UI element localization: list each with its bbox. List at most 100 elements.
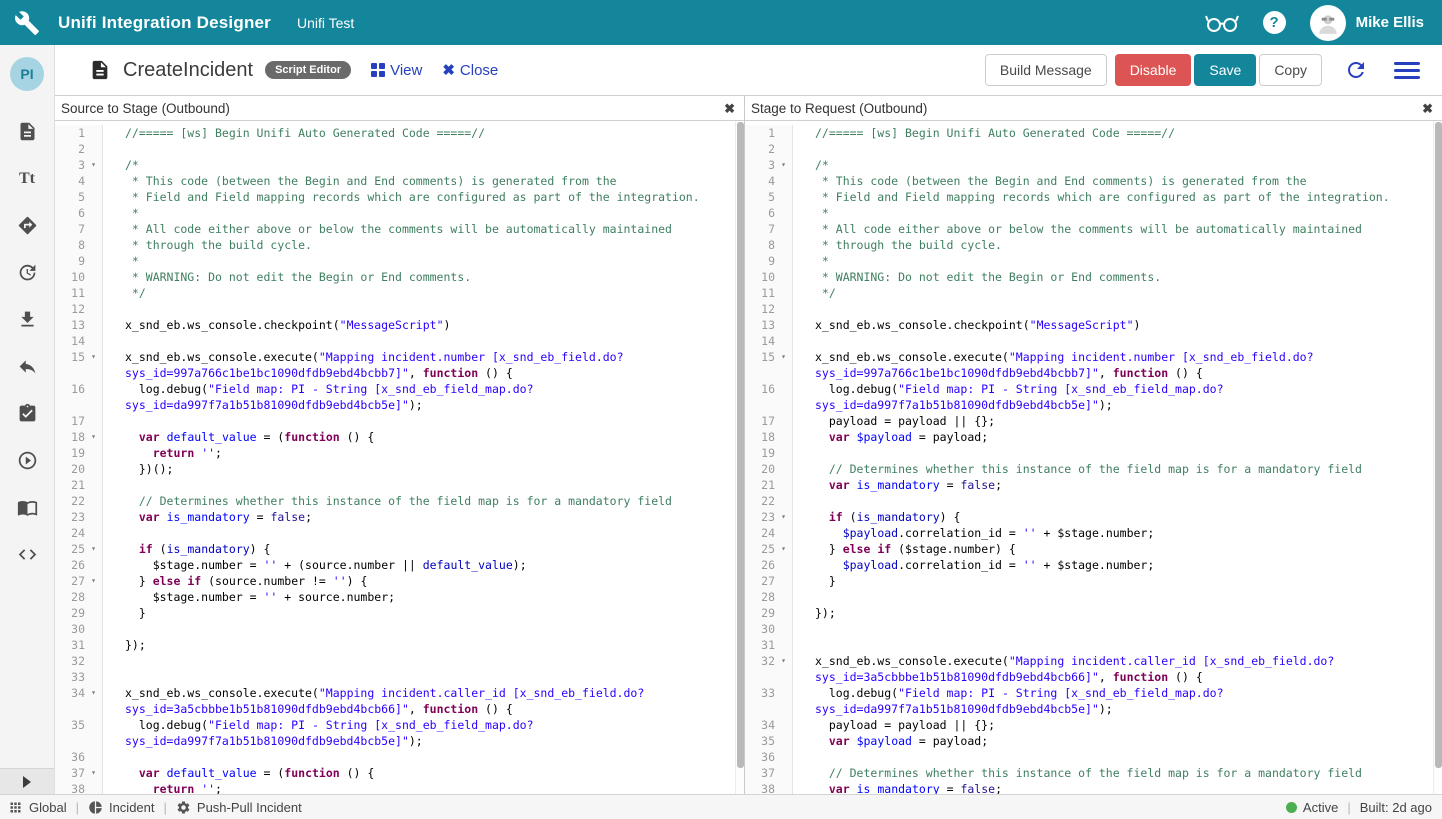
code-line[interactable]: 8 * through the build cycle. [745, 237, 1442, 253]
code-line[interactable]: 32 [55, 653, 744, 669]
refresh-icon[interactable] [1344, 58, 1368, 82]
run-icon[interactable] [17, 450, 38, 471]
fold-arrow-icon[interactable]: ▾ [85, 685, 103, 701]
code-line[interactable]: 34 payload = payload || {}; [745, 717, 1442, 733]
code-line[interactable]: 23▾ if (is_mandatory) { [745, 509, 1442, 525]
menu-icon[interactable] [1394, 62, 1420, 79]
code-line[interactable]: 5 * Field and Field mapping records whic… [55, 189, 744, 205]
fold-arrow-icon[interactable]: ▾ [85, 765, 103, 781]
code-line[interactable]: 5 * Field and Field mapping records whic… [745, 189, 1442, 205]
code-line[interactable]: sys_id=997a766c1be1bc1090dfdb9ebd4bcbb7]… [55, 365, 744, 381]
code-line[interactable]: 27 } [745, 573, 1442, 589]
code-line[interactable]: 13x_snd_eb.ws_console.checkpoint("Messag… [55, 317, 744, 333]
scrollbar[interactable] [1433, 121, 1442, 794]
text-format-icon[interactable]: Tt [19, 168, 35, 189]
document-icon[interactable] [17, 121, 38, 142]
code-line[interactable]: 30 [55, 621, 744, 637]
code-line[interactable]: 12 [745, 301, 1442, 317]
code-line[interactable]: 22 [745, 493, 1442, 509]
code-line[interactable]: 34▾x_snd_eb.ws_console.execute("Mapping … [55, 685, 744, 701]
code-line[interactable]: 14 [55, 333, 744, 349]
code-line[interactable]: 28 $stage.number = '' + source.number; [55, 589, 744, 605]
fold-arrow-icon[interactable]: ▾ [85, 541, 103, 557]
code-line[interactable]: 9 * [745, 253, 1442, 269]
save-button[interactable]: Save [1194, 54, 1256, 86]
fold-arrow-icon[interactable]: ▾ [775, 509, 793, 525]
code-line[interactable]: 36 [55, 749, 744, 765]
table-item[interactable]: Incident [88, 800, 155, 815]
code-line[interactable]: 14 [745, 333, 1442, 349]
scrollbar-thumb[interactable] [1435, 122, 1442, 768]
download-icon[interactable] [17, 309, 38, 330]
code-line[interactable]: 2 [745, 141, 1442, 157]
code-icon[interactable] [17, 544, 38, 565]
code-line[interactable]: 33 [55, 669, 744, 685]
code-line[interactable]: 1//===== [ws] Begin Unifi Auto Generated… [55, 125, 744, 141]
code-line[interactable]: 12 [55, 301, 744, 317]
code-line[interactable]: 25▾ if (is_mandatory) { [55, 541, 744, 557]
code-line[interactable]: 21 var is_mandatory = false; [745, 477, 1442, 493]
code-line[interactable]: 30 [745, 621, 1442, 637]
code-line[interactable]: 38 return ''; [55, 781, 744, 794]
code-line[interactable]: 11 */ [55, 285, 744, 301]
code-line[interactable]: sys_id=3a5cbbbe1b51b81090dfdb9ebd4bcb66]… [745, 669, 1442, 685]
code-line[interactable]: 6 * [55, 205, 744, 221]
process-item[interactable]: Push-Pull Incident [176, 800, 302, 815]
code-line[interactable]: 10 * WARNING: Do not edit the Begin or E… [55, 269, 744, 285]
code-line[interactable]: 37▾ var default_value = (function () { [55, 765, 744, 781]
fold-arrow-icon[interactable]: ▾ [775, 541, 793, 557]
fold-arrow-icon[interactable]: ▾ [85, 429, 103, 445]
code-line[interactable]: 26 $stage.number = '' + (source.number |… [55, 557, 744, 573]
tasks-icon[interactable] [17, 403, 38, 424]
code-line[interactable]: 33 log.debug("Field map: PI - String [x_… [745, 685, 1442, 701]
fold-arrow-icon[interactable]: ▾ [775, 157, 793, 173]
glasses-icon[interactable] [1205, 12, 1239, 34]
code-editor[interactable]: 1//===== [ws] Begin Unifi Auto Generated… [745, 121, 1442, 794]
code-line[interactable]: 24 [55, 525, 744, 541]
code-line[interactable]: sys_id=da997f7a1b51b81090dfdb9ebd4bcb5e]… [745, 701, 1442, 717]
user-avatar[interactable] [1310, 5, 1346, 41]
workspace-avatar[interactable]: PI [10, 57, 44, 91]
code-line[interactable]: 13x_snd_eb.ws_console.checkpoint("Messag… [745, 317, 1442, 333]
code-line[interactable]: 20 // Determines whether this instance o… [745, 461, 1442, 477]
code-line[interactable]: 15▾x_snd_eb.ws_console.execute("Mapping … [55, 349, 744, 365]
code-line[interactable]: 20 })(); [55, 461, 744, 477]
code-line[interactable]: 35 log.debug("Field map: PI - String [x_… [55, 717, 744, 733]
code-editor[interactable]: 1//===== [ws] Begin Unifi Auto Generated… [55, 121, 744, 794]
code-line[interactable]: 6 * [745, 205, 1442, 221]
code-line[interactable]: 3▾/* [55, 157, 744, 173]
code-line[interactable]: 29}); [745, 605, 1442, 621]
code-line[interactable]: 3▾/* [745, 157, 1442, 173]
code-line[interactable]: 31}); [55, 637, 744, 653]
code-line[interactable]: 7 * All code either above or below the c… [55, 221, 744, 237]
fold-arrow-icon[interactable]: ▾ [775, 653, 793, 669]
undo-icon[interactable] [17, 356, 38, 377]
code-line[interactable]: 28 [745, 589, 1442, 605]
code-line[interactable]: 26 $payload.correlation_id = '' + $stage… [745, 557, 1442, 573]
code-line[interactable]: 16 log.debug("Field map: PI - String [x_… [745, 381, 1442, 397]
docs-icon[interactable] [17, 497, 38, 518]
code-line[interactable]: 27▾ } else if (source.number != '') { [55, 573, 744, 589]
code-line[interactable]: sys_id=997a766c1be1bc1090dfdb9ebd4bcbb7]… [745, 365, 1442, 381]
mapping-icon[interactable] [17, 215, 38, 236]
code-line[interactable]: 29 } [55, 605, 744, 621]
code-line[interactable]: 11 */ [745, 285, 1442, 301]
fold-arrow-icon[interactable]: ▾ [775, 349, 793, 365]
code-line[interactable]: 8 * through the build cycle. [55, 237, 744, 253]
code-line[interactable]: 17 [55, 413, 744, 429]
code-line[interactable]: 10 * WARNING: Do not edit the Begin or E… [745, 269, 1442, 285]
code-line[interactable]: sys_id=da997f7a1b51b81090dfdb9ebd4bcb5e]… [55, 733, 744, 749]
copy-button[interactable]: Copy [1259, 54, 1322, 86]
code-line[interactable]: 4 * This code (between the Begin and End… [745, 173, 1442, 189]
code-line[interactable]: sys_id=da997f7a1b51b81090dfdb9ebd4bcb5e]… [55, 397, 744, 413]
code-line[interactable]: 18 var $payload = payload; [745, 429, 1442, 445]
help-icon[interactable]: ? [1263, 11, 1286, 34]
scope-item[interactable]: Global [8, 800, 67, 815]
fold-arrow-icon[interactable]: ▾ [85, 157, 103, 173]
code-line[interactable]: 25▾ } else if ($stage.number) { [745, 541, 1442, 557]
view-link[interactable]: View [371, 62, 422, 79]
environment-label[interactable]: Unifi Test [297, 15, 354, 31]
code-line[interactable]: 1//===== [ws] Begin Unifi Auto Generated… [745, 125, 1442, 141]
disable-button[interactable]: Disable [1115, 54, 1192, 86]
code-line[interactable]: 16 log.debug("Field map: PI - String [x_… [55, 381, 744, 397]
